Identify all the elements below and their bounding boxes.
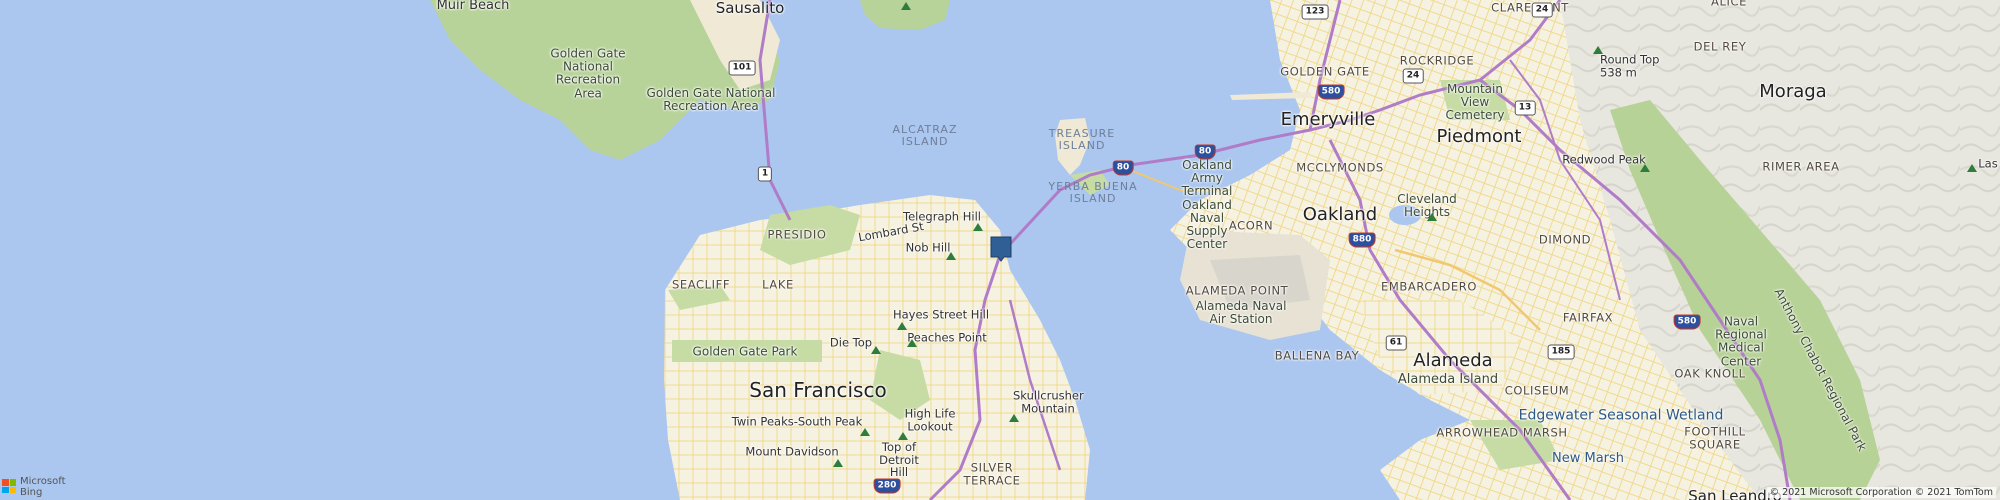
highway-shield-580: 580 xyxy=(1317,84,1345,100)
hood-label-rockridge: ROCKRIDGE xyxy=(1399,53,1475,68)
peak-icon xyxy=(946,252,956,260)
hood-label-arrowhead-marsh: ARROWHEAD MARSH xyxy=(1436,425,1568,440)
peak-icon xyxy=(871,346,881,354)
logo-text-bing: Bing xyxy=(20,487,43,498)
city-label-sausalito: Sausalito xyxy=(715,0,785,17)
hood-label-alameda-point: ALAMEDA POINT xyxy=(1185,283,1289,298)
poi-label-round-top: Round Top 538 m xyxy=(1600,52,1660,79)
hood-label-lake: LAKE xyxy=(762,277,794,292)
peak-icon xyxy=(973,223,983,231)
highway-shield-185: 185 xyxy=(1547,344,1575,360)
city-label-piedmont: Piedmont xyxy=(1436,126,1522,148)
island-label-treasure: TREASURE ISLAND xyxy=(1048,126,1116,152)
water-label-edgewater-wetland: Edgewater Seasonal Wetland xyxy=(1518,407,1724,424)
poi-label-nob-hill: Nob Hill xyxy=(905,240,951,255)
poi-label-top-of-detroit-hill: Top of Detroit Hill xyxy=(879,440,919,480)
city-label-moraga: Moraga xyxy=(1759,81,1827,103)
highway-shield-61: 61 xyxy=(1385,335,1407,351)
peak-icon xyxy=(907,339,917,347)
logo-text-microsoft: Microsoft xyxy=(20,476,66,487)
island-label-alcatraz: ALCATRAZ ISLAND xyxy=(892,122,958,148)
hood-label-del-rey: DEL REY xyxy=(1693,39,1747,54)
hood-label-embarcadero: EMBARCADERO xyxy=(1380,279,1478,294)
area-label-alameda-naval: Alameda Naval Air Station xyxy=(1195,298,1287,326)
hood-label-fairfax: FAIRFAX xyxy=(1562,310,1614,325)
city-label-oakland: Oakland xyxy=(1302,204,1378,226)
highway-shield-1: 1 xyxy=(757,166,773,182)
hood-label-mcclymonds: MCCLYMONDS xyxy=(1296,160,1384,175)
hood-label-alice: ALICE xyxy=(1711,0,1747,9)
poi-label-hayes-street-hill: Hayes Street Hill xyxy=(892,307,990,322)
island-label-yerba-buena: YERBA BUENA ISLAND xyxy=(1048,179,1138,205)
peak-icon xyxy=(833,459,843,467)
hood-label-foothill-square: FOOTHILL SQUARE xyxy=(1684,424,1746,451)
highway-shield-880: 880 xyxy=(1348,232,1376,248)
highway-shield-80a: 80 xyxy=(1112,160,1134,176)
hood-label-golden-gate: GOLDEN GATE xyxy=(1280,64,1370,79)
area-label-muir-beach: Muir Beach xyxy=(436,0,510,13)
area-label-ggnra-2: Golden Gate National Recreation Area xyxy=(646,85,776,113)
poi-label-redwood-peak: Redwood Peak xyxy=(1562,152,1646,167)
hood-label-silver-terrace: SILVER TERRACE xyxy=(963,460,1021,487)
highway-shield-280: 280 xyxy=(873,478,901,494)
hood-label-acorn: ACORN xyxy=(1228,218,1274,233)
hood-label-claremont: CLAREMONT xyxy=(1491,0,1569,15)
poi-label-high-life-lookout: High Life Lookout xyxy=(904,406,956,433)
highway-shield-580b: 580 xyxy=(1673,314,1701,330)
hood-label-ballena-bay: BALLENA BAY xyxy=(1274,348,1360,363)
area-label-ggnra-1: Golden Gate National Recreation Area xyxy=(550,46,626,101)
hood-label-coliseum: COLISEUM xyxy=(1504,383,1570,398)
peak-icon xyxy=(1640,164,1650,172)
peak-icon xyxy=(897,322,907,330)
peak-icon xyxy=(1009,414,1019,422)
copyright-attribution: © 2021 Microsoft Corporation © 2021 TomT… xyxy=(1766,487,1996,498)
peak-icon xyxy=(1593,46,1603,54)
peak-icon xyxy=(898,432,908,440)
water-label-new-marsh: New Marsh xyxy=(1551,450,1625,466)
highway-shield-24a: 24 xyxy=(1531,2,1553,18)
microsoft-bing-logo[interactable]: Microsoft Bing xyxy=(2,476,66,498)
area-label-oakland-army-terminal: Oakland Army Terminal Oakland Naval Supp… xyxy=(1181,157,1233,251)
hood-label-dimond: DIMOND xyxy=(1538,232,1592,247)
map-canvas[interactable]: San Francisco Oakland Emeryville Piedmon… xyxy=(0,0,2000,500)
hood-label-oak-knoll: OAK KNOLL xyxy=(1674,366,1746,381)
city-label-alameda: Alameda xyxy=(1413,350,1493,372)
area-label-naval-medical: Naval Regional Medical Center xyxy=(1715,314,1767,369)
area-label-alameda-island: Alameda Island xyxy=(1397,371,1499,387)
poi-label-mount-davidson: Mount Davidson xyxy=(745,444,839,459)
highway-shield-24b: 24 xyxy=(1402,68,1424,84)
microsoft-logo-icon xyxy=(2,479,16,493)
highway-shield-13: 13 xyxy=(1514,100,1536,116)
location-marker-icon[interactable] xyxy=(990,236,1012,262)
highway-shield-123: 123 xyxy=(1301,4,1329,20)
hood-label-rimer-area: RIMER AREA xyxy=(1762,159,1840,174)
peak-icon xyxy=(1967,164,1977,172)
city-label-emeryville: Emeryville xyxy=(1280,109,1376,131)
peak-icon xyxy=(901,2,911,10)
peak-icon xyxy=(1427,213,1437,221)
poi-label-las: Las xyxy=(1978,156,1998,171)
area-label-golden-gate-park: Golden Gate Park xyxy=(692,344,798,359)
hood-label-seacliff: SEACLIFF xyxy=(671,277,731,292)
peak-icon xyxy=(860,428,870,436)
city-label-san-francisco: San Francisco xyxy=(749,378,887,402)
poi-label-twin-peaks: Twin Peaks-South Peak xyxy=(731,414,863,429)
hood-label-presidio: PRESIDIO xyxy=(767,227,827,242)
highway-shield-80b: 80 xyxy=(1194,144,1216,160)
poi-label-skullcrusher-mountain: Skullcrusher Mountain xyxy=(1013,388,1084,415)
poi-label-peaches-point: Peaches Point xyxy=(907,330,987,345)
area-label-mountain-view-cemetery: Mountain View Cemetery xyxy=(1445,82,1505,123)
poi-label-die-top: Die Top xyxy=(829,335,873,350)
highway-shield-101: 101 xyxy=(728,60,756,76)
